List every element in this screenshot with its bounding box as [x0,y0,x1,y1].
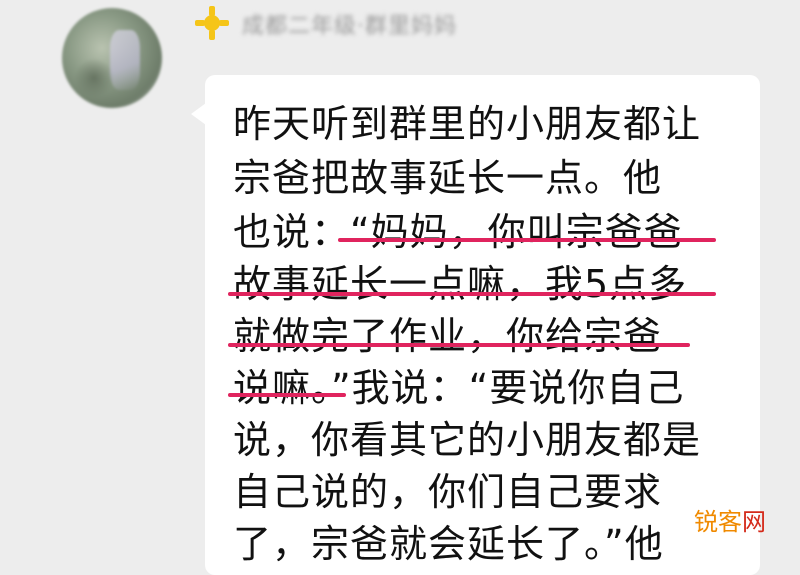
sender-avatar[interactable] [62,8,162,108]
message-line-4: 故事延长一点嘛，我5点多 [233,262,688,306]
sender-name: 成都二年级·群里妈妈 [242,14,457,39]
message-line-1: 昨天听到群里的小朋友都让 [233,102,702,146]
group-badge-icon [195,6,229,40]
bubble-tail [191,103,206,125]
watermark-part-2: 网 [742,508,766,536]
highlight-underline-4 [228,393,346,397]
highlight-underline-2 [228,292,716,296]
message-line-9: 了，宗爸就会延长了。”他 [233,522,664,566]
highlight-underline-3 [228,343,690,347]
chat-message-row: 成都二年级·群里妈妈 昨天听到群里的小朋友都让 宗爸把故事延长一点。他 也说：“… [0,0,800,575]
message-line-5: 就做完了作业，你给宗爸 [233,314,663,358]
watermark-part-1: 锐客 [694,508,742,536]
message-line-8: 自己说的，你们自己要求 [233,470,663,514]
message-line-2: 宗爸把故事延长一点。他 [233,156,663,200]
highlight-underline-1 [338,238,716,242]
site-watermark: 锐客网 [678,505,782,539]
message-line-3: 也说：“妈妈，你叫宗爸爸 [233,210,683,254]
message-line-6: 说嘛。”我说：“要说你自己 [233,366,685,410]
message-line-7: 说，你看其它的小朋友都是 [233,418,702,462]
